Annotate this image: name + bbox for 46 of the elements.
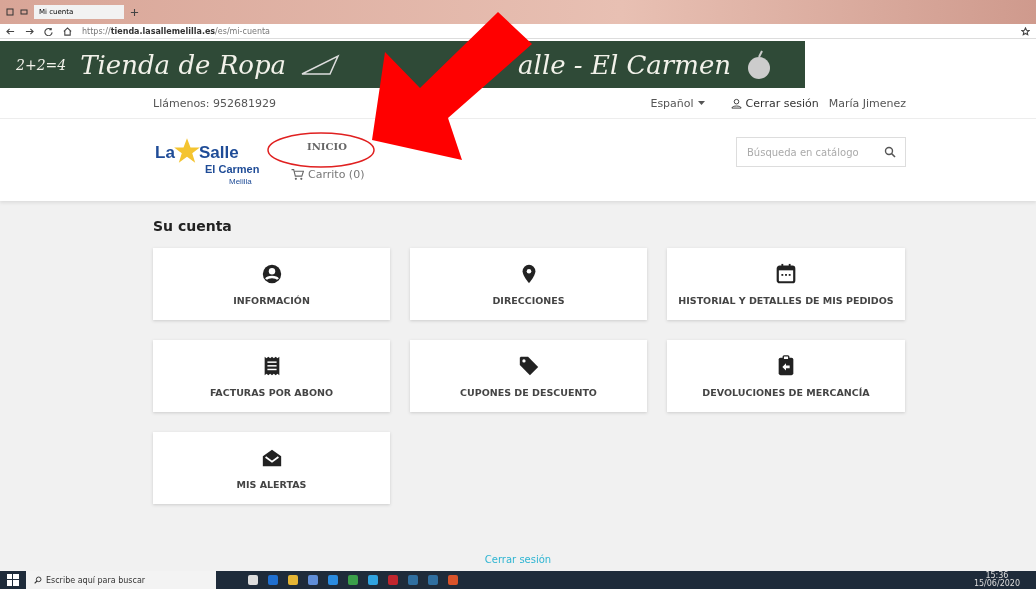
- search-field[interactable]: Búsqueda en catálogo: [736, 137, 906, 167]
- search-icon[interactable]: [884, 146, 896, 158]
- refresh-icon[interactable]: [44, 26, 53, 36]
- logout-link[interactable]: Cerrar sesión: [745, 96, 819, 110]
- phone-text: Llámenos: 952681929: [153, 96, 277, 110]
- card-label: CUPONES DE DESCUENTO: [460, 386, 597, 398]
- tab-aside-icon[interactable]: [20, 8, 28, 16]
- account-card[interactable]: CUPONES DE DESCUENTO: [410, 340, 647, 412]
- card-label: MIS ALERTAS: [236, 478, 307, 490]
- account-card[interactable]: DEVOLUCIONES DE MERCANCÍA: [667, 340, 905, 412]
- search-icon[interactable]: [34, 576, 42, 584]
- windows-start-icon[interactable]: [6, 573, 20, 587]
- home-link[interactable]: INICIO: [307, 141, 365, 152]
- tab-actions-icon[interactable]: [6, 8, 14, 16]
- cart-link[interactable]: Carrito (0): [308, 168, 365, 181]
- new-tab-icon[interactable]: [130, 7, 139, 17]
- card-label: INFORMACIÓN: [233, 294, 310, 306]
- forward-icon[interactable]: [25, 26, 34, 36]
- favorite-icon[interactable]: [1021, 26, 1030, 36]
- account-card[interactable]: HISTORIAL Y DETALLES DE MIS PEDIDOS: [667, 248, 905, 320]
- banner-title: alle - El Carmen: [518, 49, 732, 80]
- card-label: FACTURAS POR ABONO: [209, 386, 334, 398]
- account-card[interactable]: MIS ALERTAS: [153, 432, 390, 504]
- banner-title: Tienda de Ropa: [80, 49, 287, 80]
- taskbar-clock[interactable]: 15:36 15/06/2020: [973, 571, 1020, 589]
- banner-formula: 2+2=4: [16, 56, 67, 73]
- user-name[interactable]: María Jimenez: [828, 96, 906, 110]
- page-title: Su cuenta: [153, 218, 233, 234]
- account-card[interactable]: DIRECCIONES: [410, 248, 647, 320]
- taskbar-search-field[interactable]: Escribe aquí para buscar: [26, 571, 216, 589]
- home-icon[interactable]: [63, 26, 72, 36]
- language-selector[interactable]: Español: [650, 96, 705, 110]
- card-icon: [260, 262, 283, 285]
- card-icon: [775, 262, 797, 285]
- back-icon[interactable]: [6, 26, 15, 36]
- card-label: DIRECCIONES: [492, 294, 565, 306]
- user-icon[interactable]: [730, 97, 742, 109]
- card-label: HISTORIAL Y DETALLES DE MIS PEDIDOS: [678, 294, 894, 306]
- cart-icon[interactable]: [291, 168, 304, 181]
- address-field[interactable]: https://tienda.lasallemelilla.es/es/mi-cuenta: [82, 26, 1011, 36]
- card-label: DEVOLUCIONES DE MERCANCÍA: [702, 386, 870, 398]
- caret-icon[interactable]: [697, 100, 705, 106]
- account-card[interactable]: FACTURAS POR ABONO: [153, 340, 390, 412]
- card-icon: [517, 354, 540, 377]
- logo[interactable]: La Salle El Carmen Melilla: [153, 137, 263, 189]
- account-card[interactable]: INFORMACIÓN: [153, 248, 390, 320]
